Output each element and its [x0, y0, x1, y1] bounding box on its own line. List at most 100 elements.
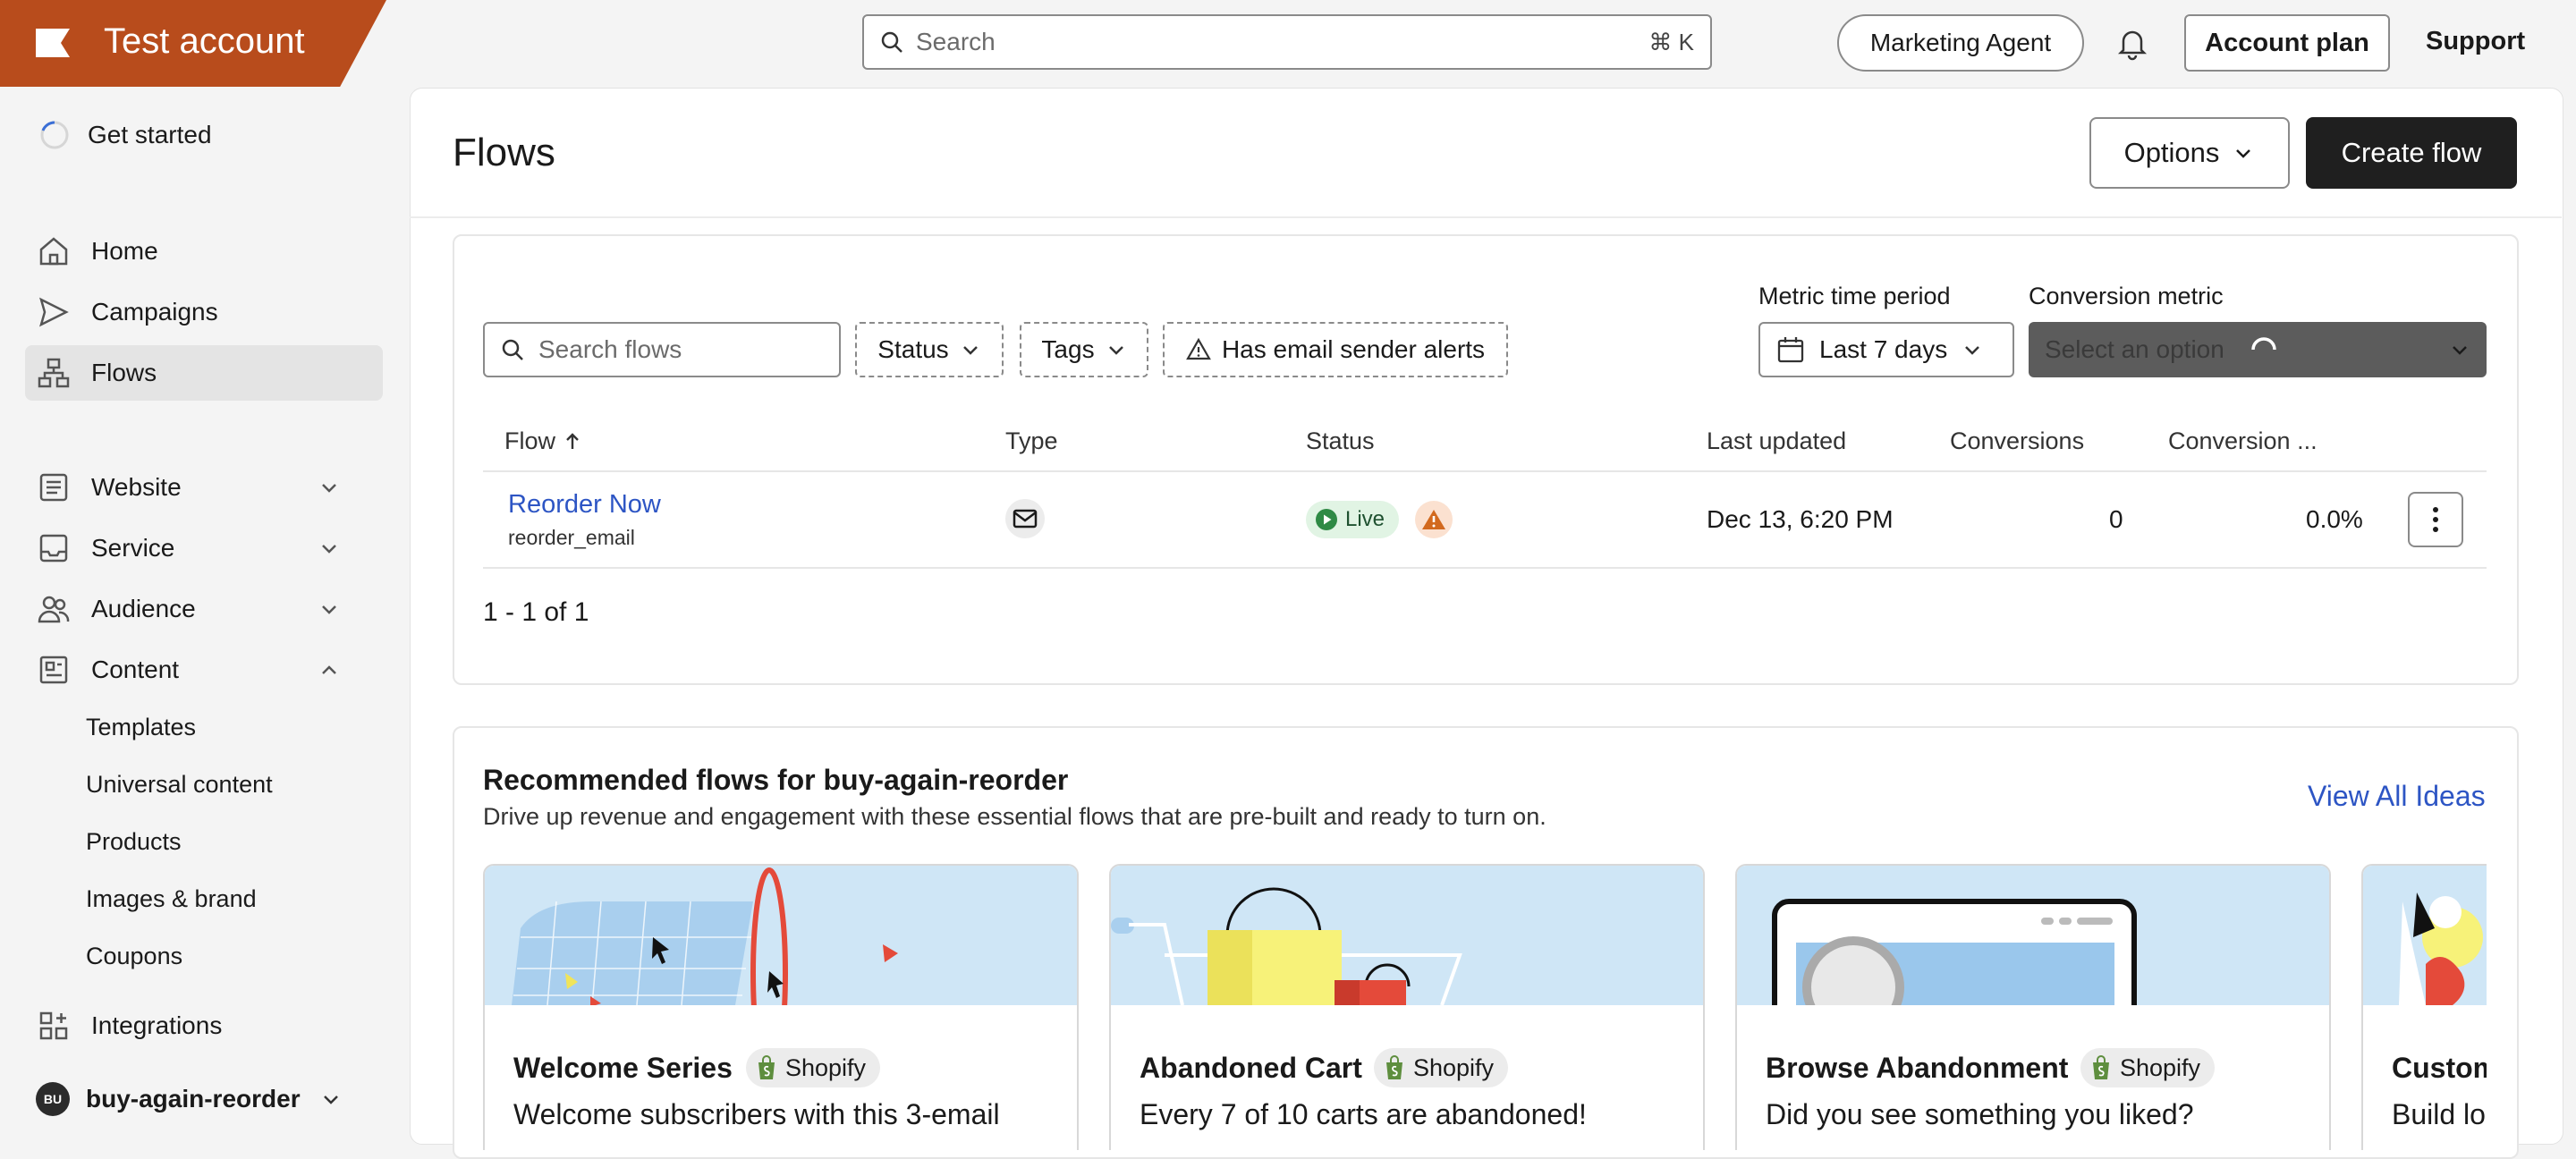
sidebar-item-label: Website	[91, 473, 182, 501]
recommended-card-welcome-series[interactable]: Welcome Series Shopify Welcome subscribe…	[483, 864, 1079, 1150]
get-started-link[interactable]: Get started	[39, 120, 212, 150]
recommended-card-abandoned-cart[interactable]: Abandoned Cart Shopify Every 7 of 10 car…	[1109, 864, 1705, 1150]
browse-abandonment-illustration	[1737, 866, 2329, 1005]
search-flows-placeholder: Search flows	[538, 335, 682, 363]
column-header-conversion-rate[interactable]: Conversion ...	[2168, 427, 2318, 455]
create-flow-button[interactable]: Create flow	[2306, 117, 2517, 189]
conversion-metric-select[interactable]: Select an option	[2029, 322, 2487, 377]
shopify-badge: Shopify	[746, 1048, 881, 1087]
global-search-input[interactable]: Search ⌘ K	[862, 14, 1712, 70]
support-link[interactable]: Support	[2426, 27, 2525, 56]
account-plan-button[interactable]: Account plan	[2184, 14, 2390, 72]
flow-name-link[interactable]: Reorder Now	[508, 490, 661, 520]
welcome-series-illustration	[485, 866, 1077, 1005]
row-actions-button[interactable]	[2408, 492, 2463, 547]
recommended-subtitle: Drive up revenue and engagement with the…	[483, 803, 1546, 830]
recommended-card-name: Abandoned Cart	[1140, 1052, 1362, 1084]
home-icon	[38, 235, 73, 267]
conversions-cell: 0	[2109, 505, 2123, 533]
send-icon	[38, 296, 73, 328]
chevron-down-icon	[318, 1087, 343, 1112]
recommended-card-custom[interactable]: Custom Build lo	[2361, 864, 2487, 1150]
search-icon	[501, 338, 524, 361]
column-header-flow[interactable]: Flow	[504, 427, 582, 455]
status-badge-label: Live	[1345, 507, 1385, 531]
tags-filter[interactable]: Tags	[1020, 322, 1148, 377]
sidebar-item-label: Integrations	[91, 1011, 223, 1039]
shopify-badge-label: Shopify	[2120, 1053, 2201, 1081]
more-vertical-icon	[2432, 505, 2439, 534]
bell-icon[interactable]	[2114, 25, 2150, 61]
sidebar-item-campaigns[interactable]: Campaigns	[25, 284, 383, 340]
sidebar-item-integrations[interactable]: Integrations	[25, 998, 383, 1053]
sidebar-item-website[interactable]: Website	[25, 460, 383, 515]
sidebar-subitem-images-brand[interactable]: Images & brand	[86, 885, 257, 913]
metric-period-label: Metric time period	[1758, 283, 1951, 309]
search-shortcut: ⌘ K	[1648, 28, 1694, 55]
chevron-down-icon	[2449, 339, 2470, 360]
sidebar-item-label: Audience	[91, 595, 196, 622]
conversion-rate-cell: 0.0%	[2306, 505, 2363, 533]
options-button[interactable]: Options	[2089, 117, 2290, 189]
account-brand[interactable]: Test account	[0, 0, 386, 87]
sidebar-subitem-products[interactable]: Products	[86, 828, 182, 856]
search-icon	[880, 30, 903, 54]
sidebar-subitem-templates[interactable]: Templates	[86, 714, 196, 741]
recommended-title: Recommended flows for buy-again-reorder	[483, 764, 1069, 796]
column-header-conversions[interactable]: Conversions	[1950, 427, 2084, 455]
sender-alert-badge[interactable]	[1415, 501, 1453, 538]
column-header-last-updated[interactable]: Last updated	[1707, 427, 1846, 455]
sidebar-item-label: Campaigns	[91, 298, 218, 326]
content-icon	[38, 654, 73, 686]
shopify-badge-label: Shopify	[785, 1053, 867, 1081]
table-divider	[483, 567, 2487, 569]
chevron-down-icon	[1962, 339, 1983, 360]
flag-logo-icon	[34, 27, 72, 59]
sidebar-item-label: Content	[91, 656, 180, 683]
marketing-agent-button[interactable]: Marketing Agent	[1837, 14, 2084, 72]
chevron-down-icon	[2232, 141, 2255, 165]
status-filter[interactable]: Status	[855, 322, 1004, 377]
metric-period-select[interactable]: Last 7 days	[1758, 322, 2014, 377]
arrow-up-icon	[563, 432, 582, 452]
chevron-down-icon	[1106, 339, 1127, 360]
chevron-down-icon	[960, 339, 981, 360]
options-label: Options	[2123, 137, 2220, 168]
column-header-type[interactable]: Type	[1005, 427, 1058, 455]
recommended-card-desc: Welcome subscribers with this 3-email	[513, 1098, 1000, 1130]
recommended-card-browse-abandonment[interactable]: Browse Abandonment Shopify Did you see s…	[1735, 864, 2331, 1150]
chevron-down-icon	[317, 475, 352, 500]
sidebar-subitem-coupons[interactable]: Coupons	[86, 943, 182, 970]
shopify-badge-label: Shopify	[1413, 1053, 1495, 1081]
get-started-label: Get started	[88, 121, 212, 148]
abandoned-cart-illustration	[1111, 866, 1703, 1005]
recommended-card-desc: Build lo	[2392, 1098, 2486, 1130]
sidebar-item-audience[interactable]: Audience	[25, 581, 383, 637]
workspace-avatar: BU	[36, 1082, 70, 1116]
integrations-icon	[38, 1010, 73, 1042]
people-icon	[38, 593, 73, 625]
recommended-carousel: Welcome Series Shopify Welcome subscribe…	[483, 864, 2487, 1150]
sidebar-item-content[interactable]: Content	[25, 642, 383, 698]
sidebar-item-service[interactable]: Service	[25, 520, 383, 576]
column-header-status[interactable]: Status	[1306, 427, 1375, 455]
email-type-badge	[1005, 499, 1045, 538]
status-badge: Live	[1306, 501, 1400, 538]
recommended-card-name: Welcome Series	[513, 1052, 733, 1084]
sidebar-item-home[interactable]: Home	[25, 224, 383, 279]
loading-spinner-icon	[2246, 332, 2282, 368]
sidebar-item-flows[interactable]: Flows	[25, 345, 383, 401]
table-divider	[483, 470, 2487, 472]
inbox-icon	[38, 532, 73, 564]
email-sender-alerts-filter[interactable]: Has email sender alerts	[1163, 322, 1508, 377]
shopify-bag-icon	[2089, 1055, 2113, 1080]
sidebar-item-label: Home	[91, 237, 158, 265]
chevron-down-icon	[317, 596, 352, 622]
recommended-card-desc: Every 7 of 10 carts are abandoned!	[1140, 1098, 1587, 1130]
search-flows-input[interactable]: Search flows	[483, 322, 841, 377]
sidebar-subitem-universal-content[interactable]: Universal content	[86, 771, 273, 799]
workspace-switcher[interactable]: BU buy-again-reorder	[36, 1082, 343, 1116]
warning-icon	[1186, 337, 1211, 362]
flows-icon	[38, 357, 73, 389]
view-all-ideas-link[interactable]: View All Ideas	[2308, 780, 2486, 813]
